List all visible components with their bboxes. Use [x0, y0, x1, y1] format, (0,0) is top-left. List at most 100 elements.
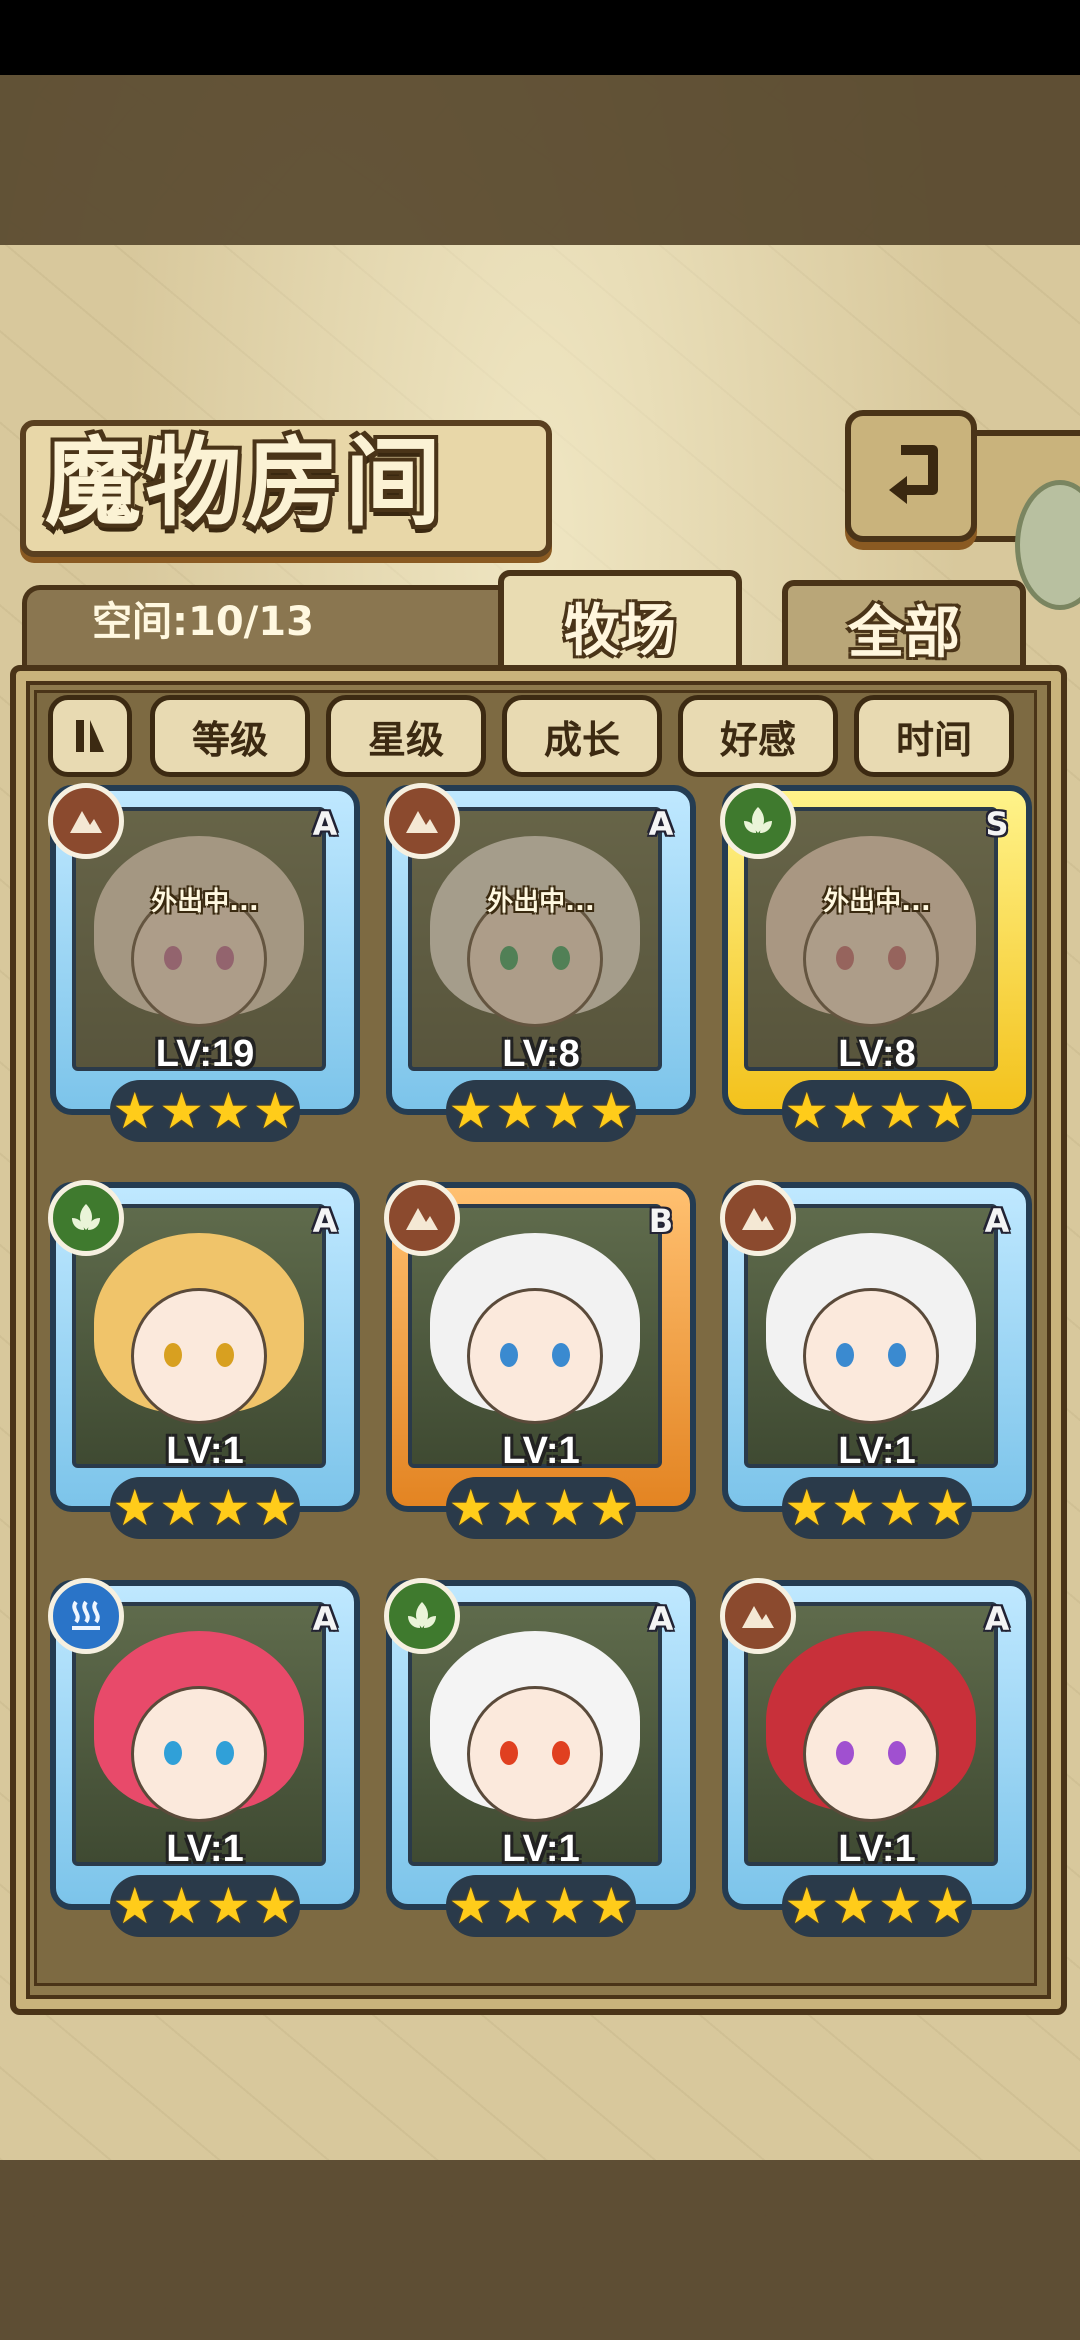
monster-eye [552, 1741, 570, 1766]
monster-face [467, 1686, 603, 1823]
away-status: 外出中... [823, 887, 931, 917]
filter-growth-button[interactable]: 成长 [502, 695, 662, 777]
monster-level: LV:1 [502, 1828, 580, 1870]
star-icon: ★ [112, 1479, 158, 1537]
sort-toggle-icon [76, 720, 104, 752]
sort-toggle-button[interactable] [48, 695, 132, 777]
rank-badge: A [312, 805, 338, 843]
star-icon: ★ [924, 1082, 970, 1140]
monster-card[interactable]: A LV:1 ★ ★ ★ ★ [48, 1180, 360, 1542]
away-overlay [412, 811, 658, 1067]
monster-level: LV:1 [838, 1430, 916, 1472]
star-icon: ★ [159, 1479, 204, 1537]
monster-card[interactable]: A LV:1 ★ ★ ★ ★ [48, 1578, 360, 1940]
top-map-band [0, 75, 1080, 245]
monster-face [131, 1686, 267, 1823]
monster-eye [500, 1741, 518, 1766]
star-rating: ★ ★ ★ ★ [446, 1080, 636, 1142]
monster-eye [500, 1343, 518, 1368]
star-icon: ★ [831, 1082, 876, 1140]
star-icon: ★ [588, 1082, 634, 1140]
back-button[interactable] [845, 410, 977, 542]
rank-badge: A [984, 1600, 1010, 1638]
monster-face [467, 1288, 603, 1425]
star-icon: ★ [448, 1479, 494, 1537]
monster-eye [164, 1343, 182, 1368]
star-rating: ★ ★ ★ ★ [782, 1875, 972, 1937]
leaf-element-icon [48, 1180, 124, 1256]
space-counter: 空间:10/13 [92, 599, 314, 645]
star-icon: ★ [206, 1082, 251, 1140]
tab-all-label: 全部 [848, 600, 960, 666]
away-overlay [748, 811, 994, 1067]
star-icon: ★ [206, 1877, 251, 1935]
monster-card[interactable]: A LV:1 ★ ★ ★ ★ [720, 1180, 1032, 1542]
star-icon: ★ [924, 1877, 970, 1935]
bottom-map-band [0, 2160, 1080, 2340]
star-icon: ★ [112, 1082, 158, 1140]
star-icon: ★ [542, 1479, 587, 1537]
star-icon: ★ [542, 1877, 587, 1935]
monster-card[interactable]: 外出中... A LV:19 ★ ★ ★ ★ [48, 783, 360, 1145]
star-rating: ★ ★ ★ ★ [110, 1875, 300, 1937]
monster-eye [888, 1741, 906, 1766]
star-icon: ★ [924, 1479, 970, 1537]
star-icon: ★ [495, 1082, 540, 1140]
star-rating: ★ ★ ★ ★ [110, 1477, 300, 1539]
rank-badge: A [312, 1202, 338, 1240]
filter-time-button[interactable]: 时间 [854, 695, 1014, 777]
star-icon: ★ [252, 1479, 298, 1537]
monster-face [131, 1288, 267, 1425]
filter-star-button[interactable]: 星级 [326, 695, 486, 777]
star-rating: ★ ★ ★ ★ [110, 1080, 300, 1142]
rank-badge: B [648, 1202, 674, 1240]
star-icon: ★ [448, 1082, 494, 1140]
page-title: 魔物房间 [45, 426, 445, 539]
star-icon: ★ [159, 1877, 204, 1935]
monster-card[interactable]: 外出中... A LV:8 ★ ★ ★ ★ [384, 783, 696, 1145]
monster-level: LV:8 [838, 1033, 916, 1075]
monster-level: LV:1 [166, 1828, 244, 1870]
star-rating: ★ ★ ★ ★ [446, 1477, 636, 1539]
monster-level: LV:8 [502, 1033, 580, 1075]
monster-face [803, 1288, 939, 1425]
earth-element-icon [384, 783, 460, 859]
star-icon: ★ [206, 1479, 251, 1537]
rank-badge: A [312, 1600, 338, 1638]
monster-level: LV:1 [166, 1430, 244, 1472]
star-rating: ★ ★ ★ ★ [782, 1477, 972, 1539]
away-status: 外出中... [151, 887, 259, 917]
monster-card[interactable]: A LV:1 ★ ★ ★ ★ [720, 1578, 1032, 1940]
star-icon: ★ [448, 1877, 494, 1935]
star-icon: ★ [784, 1082, 830, 1140]
monster-card[interactable]: 外出中... S LV:8 ★ ★ ★ ★ [720, 783, 1032, 1145]
star-icon: ★ [831, 1479, 876, 1537]
rank-badge: A [984, 1202, 1010, 1240]
filter-level-button[interactable]: 等级 [150, 695, 310, 777]
monster-card[interactable]: B LV:1 ★ ★ ★ ★ [384, 1180, 696, 1542]
away-overlay [76, 811, 322, 1067]
tab-farm-label: 牧场 [564, 597, 676, 664]
earth-element-icon [720, 1578, 796, 1654]
rank-badge: S [985, 805, 1009, 843]
star-icon: ★ [252, 1877, 298, 1935]
star-icon: ★ [159, 1082, 204, 1140]
star-icon: ★ [784, 1479, 830, 1537]
earth-element-icon [384, 1180, 460, 1256]
monster-card[interactable]: A LV:1 ★ ★ ★ ★ [384, 1578, 696, 1940]
tab-all[interactable]: 全部 [782, 580, 1026, 671]
star-icon: ★ [878, 1082, 923, 1140]
leaf-element-icon [384, 1578, 460, 1654]
earth-element-icon [720, 1180, 796, 1256]
star-icon: ★ [495, 1479, 540, 1537]
tab-farm[interactable]: 牧场 [498, 570, 742, 676]
earth-element-icon [48, 783, 124, 859]
monster-level: LV:1 [838, 1828, 916, 1870]
star-icon: ★ [112, 1877, 158, 1935]
star-icon: ★ [878, 1479, 923, 1537]
rank-badge: A [648, 805, 674, 843]
star-icon: ★ [542, 1082, 587, 1140]
leaf-element-icon [720, 783, 796, 859]
monster-eye [836, 1741, 854, 1766]
filter-affection-button[interactable]: 好感 [678, 695, 838, 777]
